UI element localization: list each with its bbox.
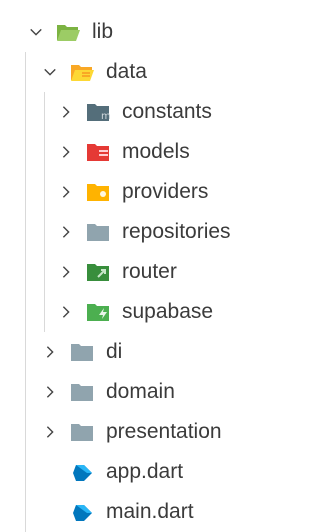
tree-item-label: main.dart xyxy=(106,500,194,523)
folder-icon xyxy=(70,382,94,402)
chevron-right-icon[interactable] xyxy=(42,344,58,360)
tree-item-label: data xyxy=(106,60,147,83)
tree-item-app-dart[interactable]: app.dart xyxy=(0,452,313,492)
svg-text:m: m xyxy=(101,111,110,122)
tree-item-label: di xyxy=(106,340,123,363)
tree-item-label: app.dart xyxy=(106,460,184,483)
tree-item-lib[interactable]: lib xyxy=(0,12,313,52)
tree-item-presentation[interactable]: presentation xyxy=(0,412,313,452)
folder-constants-icon: m xyxy=(86,102,110,122)
dart-file-icon xyxy=(70,462,94,482)
folder-providers-icon xyxy=(86,182,110,202)
tree-item-constants[interactable]: m constants xyxy=(0,92,313,132)
tree-item-di[interactable]: di xyxy=(0,332,313,372)
dart-file-icon xyxy=(70,502,94,522)
chevron-right-icon[interactable] xyxy=(58,184,74,200)
chevron-right-icon[interactable] xyxy=(58,304,74,320)
tree-item-label: models xyxy=(122,140,190,163)
chevron-right-icon[interactable] xyxy=(42,384,58,400)
folder-icon xyxy=(70,422,94,442)
chevron-right-icon[interactable] xyxy=(42,424,58,440)
folder-icon xyxy=(70,342,94,362)
tree-item-router[interactable]: router xyxy=(0,252,313,292)
tree-item-label: repositories xyxy=(122,220,231,243)
chevron-right-icon[interactable] xyxy=(58,224,74,240)
chevron-right-icon[interactable] xyxy=(58,144,74,160)
folder-router-icon xyxy=(86,262,110,282)
tree-item-label: supabase xyxy=(122,300,214,323)
tree-item-repositories[interactable]: repositories xyxy=(0,212,313,252)
tree-item-providers[interactable]: providers xyxy=(0,172,313,212)
folder-icon xyxy=(86,222,110,242)
tree-item-supabase[interactable]: supabase xyxy=(0,292,313,332)
tree-item-domain[interactable]: domain xyxy=(0,372,313,412)
folder-supabase-icon xyxy=(86,302,110,322)
tree-item-models[interactable]: models xyxy=(0,132,313,172)
chevron-right-icon[interactable] xyxy=(58,104,74,120)
folder-data-open-icon xyxy=(70,62,94,82)
chevron-down-icon[interactable] xyxy=(28,24,44,40)
tree-item-label: lib xyxy=(92,20,114,43)
chevron-right-icon[interactable] xyxy=(58,264,74,280)
file-explorer-tree: lib data m constants models providers re… xyxy=(0,0,313,532)
folder-models-icon xyxy=(86,142,110,162)
folder-lib-open-icon xyxy=(56,22,80,42)
tree-item-label: presentation xyxy=(106,420,222,443)
tree-item-data[interactable]: data xyxy=(0,52,313,92)
chevron-down-icon[interactable] xyxy=(42,64,58,80)
tree-item-label: domain xyxy=(106,380,175,403)
tree-item-label: router xyxy=(122,260,177,283)
tree-item-label: constants xyxy=(122,100,212,123)
tree-item-label: providers xyxy=(122,180,209,203)
tree-item-main-dart[interactable]: main.dart xyxy=(0,492,313,532)
